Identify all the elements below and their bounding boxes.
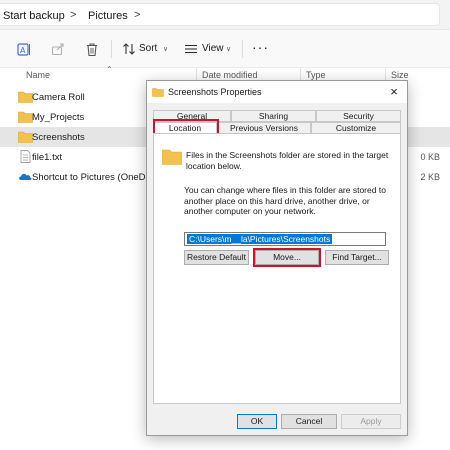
tab-label: Customize (335, 123, 377, 133)
column-type[interactable]: Type (306, 70, 326, 80)
folder-icon (162, 149, 182, 165)
file-size: 0 KB (420, 152, 440, 162)
location-instructions: You can change where files in this folde… (184, 185, 386, 216)
dialog-titlebar[interactable]: Screenshots Properties × (147, 81, 407, 103)
close-icon[interactable]: × (386, 84, 402, 99)
breadcrumb-pictures[interactable]: Pictures (88, 10, 128, 22)
address-bar: Start backup > Pictures > (0, 0, 450, 30)
breadcrumb[interactable]: Start backup > Pictures > (0, 3, 440, 26)
file-name: file1.txt (32, 152, 63, 163)
target-path-value: C:\Users\m__la\Pictures\Screenshots (187, 234, 333, 244)
file-name: Camera Roll (32, 92, 85, 103)
view-icon[interactable] (183, 41, 199, 57)
restore-default-button[interactable]: Restore Default (184, 250, 249, 265)
file-name: Screenshots (32, 132, 85, 143)
properties-dialog: Screenshots Properties × General Sharing… (146, 80, 408, 436)
breadcrumb-start-backup[interactable]: Start backup (3, 10, 65, 22)
tab-label: Previous Versions (229, 123, 299, 133)
text-file-icon (20, 150, 31, 163)
onedrive-icon (19, 173, 32, 180)
location-panel: Files in the Screenshots folder are stor… (153, 133, 401, 404)
column-name[interactable]: Name (26, 70, 50, 80)
folder-icon (18, 91, 33, 103)
target-path-input[interactable]: C:\Users\m__la\Pictures\Screenshots (184, 232, 386, 246)
column-date-modified[interactable]: Date modified (202, 70, 258, 80)
file-name: Shortcut to Pictures (OneDrive (32, 172, 161, 183)
tab-label: Security (343, 111, 374, 121)
chevron-down-icon[interactable]: ∨ (163, 45, 168, 53)
toolbar-divider (242, 40, 243, 58)
delete-icon[interactable] (84, 41, 100, 57)
move-button-highlight (253, 248, 321, 267)
location-description: Files in the Screenshots folder are stor… (186, 150, 389, 171)
dialog-title: Screenshots Properties (168, 87, 262, 97)
sort-button[interactable]: Sort (139, 43, 157, 54)
tab-label: Sharing (258, 111, 289, 121)
sort-up-icon: ⌃ (106, 65, 113, 74)
sort-icon[interactable] (121, 41, 137, 57)
apply-button[interactable]: Apply (341, 414, 401, 429)
file-size: 2 KB (420, 172, 440, 182)
tab-sharing[interactable]: Sharing (231, 110, 316, 122)
tab-security[interactable]: Security (316, 110, 401, 122)
chevron-down-icon[interactable]: ∨ (226, 45, 231, 53)
folder-icon (18, 111, 33, 123)
chevron-right-icon[interactable]: > (134, 9, 140, 21)
folder-icon (152, 88, 164, 97)
folder-icon (18, 131, 33, 143)
more-options-icon[interactable]: ··· (252, 39, 269, 55)
cancel-button[interactable]: Cancel (281, 414, 337, 429)
toolbar-divider (111, 40, 112, 58)
chevron-right-icon: > (70, 9, 77, 21)
command-bar: A Sort ∨ View ∨ ··· (0, 30, 450, 68)
column-size[interactable]: Size (391, 70, 409, 80)
view-button[interactable]: View (202, 43, 224, 54)
svg-text:A: A (20, 46, 26, 55)
find-target-button[interactable]: Find Target... (325, 250, 389, 265)
rename-icon[interactable]: A (16, 41, 32, 57)
share-icon[interactable] (50, 41, 66, 57)
ok-button[interactable]: OK (237, 414, 277, 429)
file-name: My_Projects (32, 112, 85, 123)
